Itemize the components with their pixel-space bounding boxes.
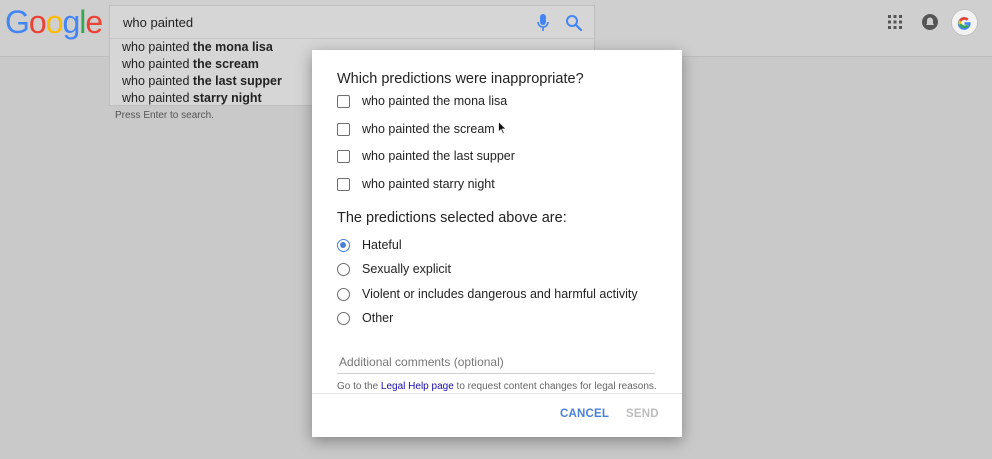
dialog-footer-divider	[312, 393, 682, 394]
suggestion-prefix: who painted	[122, 40, 190, 54]
microphone-icon[interactable]	[536, 13, 550, 33]
reason-option[interactable]: Other	[337, 309, 393, 327]
suggestion-prefix: who painted	[122, 91, 190, 105]
mouse-cursor-icon	[498, 121, 507, 135]
prediction-label: who painted starry night	[362, 177, 495, 191]
reason-radio[interactable]	[337, 262, 350, 276]
google-logo[interactable]: Google	[5, 4, 103, 40]
search-input[interactable]: who painted	[123, 15, 193, 30]
logo-letter: e	[85, 4, 103, 40]
reason-option[interactable]: Hateful	[337, 236, 402, 254]
suggestion-prefix: who painted	[122, 74, 190, 88]
legal-help-link[interactable]: Legal Help page	[381, 381, 454, 392]
cancel-button[interactable]: CANCEL	[560, 408, 609, 420]
predictions-question: Which predictions were inappropriate?	[337, 71, 584, 87]
reason-radio-selected[interactable]	[337, 238, 350, 252]
prediction-label: who painted the last supper	[362, 149, 515, 163]
legal-prefix: Go to the	[337, 381, 379, 392]
prediction-checkbox[interactable]	[337, 177, 350, 191]
apps-grid-icon[interactable]	[888, 15, 902, 29]
suggestion-item[interactable]: who painted the mona lisa	[122, 40, 273, 57]
prediction-option[interactable]: who painted the mona lisa	[337, 92, 507, 110]
legal-suffix: to request content changes for legal rea…	[456, 381, 657, 392]
reason-label: Sexually explicit	[362, 262, 451, 276]
prediction-checkbox[interactable]	[337, 122, 350, 136]
reason-label: Violent or includes dangerous and harmfu…	[362, 287, 638, 301]
logo-letter: g	[62, 4, 80, 40]
logo-letter: o	[28, 4, 47, 40]
prediction-checkbox[interactable]	[337, 149, 350, 163]
reason-option[interactable]: Violent or includes dangerous and harmfu…	[337, 285, 638, 303]
reason-option[interactable]: Sexually explicit	[337, 260, 451, 278]
logo-letter: o	[45, 4, 64, 40]
additional-comments-input[interactable]	[337, 350, 655, 374]
prediction-label: who painted the mona lisa	[362, 94, 508, 108]
suggestion-item[interactable]: who painted the scream	[122, 57, 259, 74]
prediction-option[interactable]: who painted the last supper	[337, 147, 515, 165]
prediction-option[interactable]: who painted starry night	[337, 175, 495, 193]
report-predictions-dialog: Which predictions were inappropriate? wh…	[312, 50, 682, 437]
reason-label: Hateful	[362, 238, 402, 252]
send-button[interactable]: SEND	[626, 408, 659, 420]
reason-radio[interactable]	[337, 311, 350, 325]
suggestion-completion: the scream	[192, 57, 259, 71]
suggestion-completion: the last supper	[192, 74, 282, 88]
prediction-label: who painted the scream	[362, 122, 495, 136]
reason-label: Other	[362, 311, 394, 325]
legal-note: Go to the Legal Help page to request con…	[337, 381, 657, 392]
prediction-option[interactable]: who painted the scream	[337, 120, 495, 138]
search-box[interactable]: who painted	[109, 5, 595, 39]
prediction-checkbox[interactable]	[337, 94, 350, 108]
suggestion-item[interactable]: who painted starry night	[122, 91, 262, 108]
suggestion-item[interactable]: who painted the last supper	[122, 74, 282, 91]
suggestion-prefix: who painted	[122, 57, 190, 71]
google-account-icon[interactable]	[951, 9, 978, 36]
suggestion-completion: the mona lisa	[192, 40, 273, 54]
press-enter-hint: Press Enter to search.	[115, 110, 214, 121]
reason-radio[interactable]	[337, 287, 350, 301]
search-icon[interactable]	[565, 14, 583, 32]
notifications-icon[interactable]	[921, 13, 939, 31]
reason-question: The predictions selected above are:	[337, 210, 567, 226]
suggestion-completion: starry night	[192, 91, 262, 105]
logo-letter: G	[5, 4, 30, 40]
